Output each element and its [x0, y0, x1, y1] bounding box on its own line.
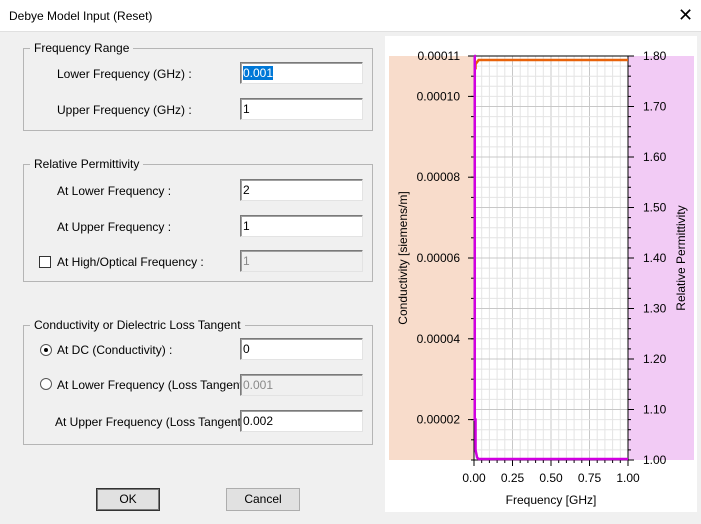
cancel-button[interactable]: Cancel [226, 488, 300, 511]
right-tick-label: 1.20 [643, 352, 667, 366]
group-legend: Frequency Range [30, 41, 134, 55]
upper-frequency-label: Upper Frequency (GHz) : [57, 103, 192, 117]
x-tick-label: 0.75 [578, 471, 602, 485]
lower-loss-tangent-radio[interactable] [40, 378, 52, 390]
left-axis-label: Conductivity [siemens/m] [396, 191, 410, 324]
upper-frequency-input[interactable]: 1 [240, 98, 363, 120]
group-legend: Relative Permittivity [30, 157, 144, 171]
permittivity-lower-input[interactable]: 2 [240, 179, 363, 201]
right-tick-label: 1.30 [643, 302, 667, 316]
dc-conductivity-label: At DC (Conductivity) : [57, 343, 173, 357]
debye-chart: 0.000110.000100.000080.000060.000040.000… [385, 36, 697, 512]
left-tick-label: 0.00006 [417, 251, 461, 265]
selected-text: 0.001 [243, 66, 274, 80]
x-tick-label: 0.25 [501, 471, 525, 485]
window-title: Debye Model Input (Reset) [9, 9, 153, 23]
left-tick-label: 0.00011 [418, 49, 461, 63]
right-tick-label: 1.40 [643, 251, 667, 265]
left-tick-label: 0.00010 [417, 89, 461, 103]
left-tick-label: 0.00002 [417, 413, 461, 427]
lower-frequency-label: Lower Frequency (GHz) : [57, 67, 192, 81]
dc-conductivity-input[interactable]: 0 [240, 338, 363, 360]
upper-loss-tangent-input[interactable]: 0.002 [240, 410, 363, 432]
ok-button[interactable]: OK [96, 488, 160, 511]
optical-frequency-checkbox[interactable] [39, 256, 51, 268]
x-tick-label: 0.50 [539, 471, 563, 485]
group-legend: Conductivity or Dielectric Loss Tangent [30, 318, 245, 332]
right-tick-label: 1.10 [643, 403, 667, 417]
x-tick-label: 0.00 [462, 471, 486, 485]
lower-loss-tangent-input[interactable]: 0.001 [240, 374, 363, 396]
right-tick-label: 1.00 [643, 453, 667, 467]
lower-loss-tangent-label: At Lower Frequency (Loss Tangent) : [57, 378, 254, 392]
right-tick-label: 1.70 [643, 100, 667, 114]
optical-frequency-input[interactable]: 1 [240, 250, 363, 272]
right-axis-label: Relative Permittivity [674, 205, 688, 310]
close-icon[interactable]: ✕ [670, 0, 701, 32]
right-tick-label: 1.80 [643, 49, 667, 63]
upper-loss-tangent-label: At Upper Frequency (Loss Tangent) : [55, 415, 252, 429]
x-axis-label: Frequency [GHz] [506, 493, 597, 507]
left-tick-label: 0.00004 [417, 332, 461, 346]
right-tick-label: 1.60 [643, 150, 667, 164]
permittivity-lower-label: At Lower Frequency : [57, 184, 172, 198]
permittivity-upper-input[interactable]: 1 [240, 215, 363, 237]
title-bar: Debye Model Input (Reset) ✕ [0, 0, 701, 32]
left-tick-label: 0.00008 [417, 170, 461, 184]
optical-frequency-label: At High/Optical Frequency : [57, 255, 204, 269]
permittivity-upper-label: At Upper Frequency : [57, 220, 172, 234]
x-tick-label: 1.00 [616, 471, 640, 485]
dc-conductivity-radio[interactable] [40, 344, 52, 356]
right-tick-label: 1.50 [643, 201, 667, 215]
lower-frequency-input[interactable]: 0.001 [240, 62, 363, 84]
